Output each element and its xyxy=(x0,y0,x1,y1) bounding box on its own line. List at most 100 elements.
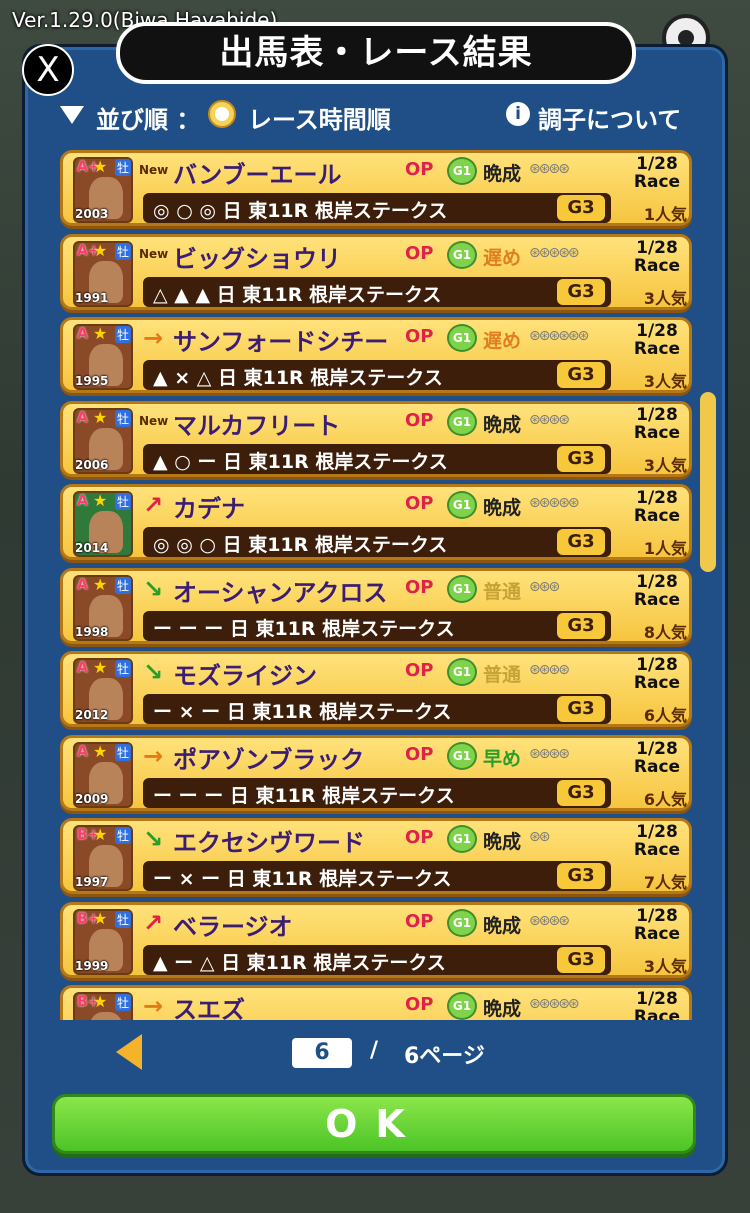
horse-list[interactable]: A+ ★ 牡 2003 New バンブーエール OP G1 晩成 ⊛⊛⊛⊛ 1/… xyxy=(56,148,696,1020)
sort-triangle-icon[interactable] xyxy=(60,106,84,124)
star-icon: ★ xyxy=(93,825,108,844)
race-count: 1/28 Race xyxy=(629,322,685,358)
horse-name: モズライジン xyxy=(173,662,317,690)
g1-laurel-icon: G1 xyxy=(447,407,477,436)
race-count-label: Race xyxy=(633,339,681,359)
race-count-label: Race xyxy=(633,255,681,276)
prediction-marks: ▲ ー △ 日 東11R 根岸ステークス xyxy=(153,951,446,974)
star-icon: ★ xyxy=(93,574,108,594)
grade-badge: G3 xyxy=(557,445,605,472)
prediction-marks: ー × ー 日 東11R 根岸ステークス xyxy=(153,701,452,723)
scrollbar[interactable] xyxy=(700,392,716,572)
horse-row[interactable]: B+ ★ 牡 1997 ↘ エクセシヴワード OP G1 晩成 ⊛⊛ 1/28 … xyxy=(60,818,692,894)
race-count-label: Race xyxy=(633,172,681,192)
rank-label: A xyxy=(77,743,88,760)
trend-arrow-icon: ↗ xyxy=(143,491,164,519)
growth-type: 遅め xyxy=(483,330,522,352)
race-count: 1/28 Race xyxy=(629,740,685,776)
race-count-value: 1/28 xyxy=(636,905,678,926)
growth-type: 晩成 xyxy=(483,914,522,937)
horse-portrait: B+ ★ 牡 1997 xyxy=(73,825,133,891)
popularity-label: 3人気 xyxy=(643,455,687,475)
pager: 6 / 6ページ xyxy=(0,1030,750,1080)
race-count-value: 1/28 xyxy=(636,989,678,1009)
new-badge: New xyxy=(139,413,169,428)
race-count: 1/28 Race xyxy=(629,656,685,692)
horse-row[interactable]: A ★ 牡 2014 ↗ カデナ OP G1 晩成 ⊛⊛⊛⊛⊛ 1/28 Rac… xyxy=(60,484,692,560)
horse-name: サンフォードシチー xyxy=(173,328,389,356)
clock-icon[interactable] xyxy=(208,100,236,128)
horseshoe-rating-icon: ⊛⊛⊛⊛⊛ xyxy=(529,495,580,511)
growth-type: 晩成 xyxy=(483,413,522,436)
rank-label: A xyxy=(77,409,88,426)
race-count-label: Race xyxy=(633,506,681,526)
horse-name: バンブーエール xyxy=(173,161,342,189)
g1-laurel-icon: G1 xyxy=(447,908,477,937)
star-icon: ★ xyxy=(93,157,108,176)
trend-arrow-icon: ↘ xyxy=(143,658,164,686)
popularity-label: 3人気 xyxy=(643,288,687,308)
horse-row[interactable]: B+ ★ 牡 → スエズ OP G1 晩成 ⊛⊛⊛⊛⊛ 1/28 Race G3 xyxy=(60,985,692,1020)
race-count-label: Race xyxy=(633,673,681,693)
birth-year: 2014 xyxy=(75,541,109,555)
prediction-marks: ◎ ○ ◎ 日 東11R 根岸ステークス xyxy=(153,200,448,222)
grade-badge: G3 xyxy=(557,529,605,555)
growth-type: 普通 xyxy=(483,664,522,686)
horse-portrait: A ★ 牡 1995 xyxy=(73,324,133,390)
race-count-value: 1/28 xyxy=(636,655,678,675)
trend-arrow-icon: → xyxy=(143,324,164,352)
info-icon[interactable]: i xyxy=(506,102,530,126)
horseshoe-rating-icon: ⊛⊛⊛⊛⊛ xyxy=(529,996,580,1012)
prev-page-arrow-icon[interactable] xyxy=(116,1034,142,1070)
grade-badge: G3 xyxy=(557,946,605,973)
star-icon: ★ xyxy=(93,240,108,260)
new-badge: New xyxy=(139,246,169,261)
popularity-label: 1人気 xyxy=(643,539,687,558)
race-count: 1/28 Race xyxy=(629,406,685,442)
prediction-marks: △ ▲ ▲ 日 東11R 根岸ステークス xyxy=(153,283,442,306)
horse-row[interactable]: A ★ 牡 2012 ↘ モズライジン OP G1 普通 ⊛⊛⊛⊛ 1/28 R… xyxy=(60,651,692,727)
popularity-label: 6人気 xyxy=(643,789,687,809)
horse-row[interactable]: A ★ 牡 1998 ↘ オーシャンアクロス OP G1 普通 ⊛⊛⊛ 1/28… xyxy=(60,567,692,644)
race-info-bar: ▲ ー △ 日 東11R 根岸ステークス G3 xyxy=(143,944,611,975)
horse-row[interactable]: B+ ★ 牡 1999 ↗ ベラージオ OP G1 晩成 ⊛⊛⊛⊛ 1/28 R… xyxy=(60,901,692,978)
horseshoe-rating-icon: ⊛⊛ xyxy=(529,829,551,845)
growth-type: 遅め xyxy=(483,246,522,269)
horseshoe-rating-icon: ⊛⊛⊛⊛ xyxy=(529,161,570,177)
sex-icon: 牡 xyxy=(115,660,132,677)
sort-value[interactable]: レース時間順 xyxy=(248,100,391,135)
horse-row[interactable]: A ★ 牡 2006 New マルカフリート OP G1 晩成 ⊛⊛⊛⊛ 1/2… xyxy=(60,400,692,477)
horse-name: オーシャンアクロス xyxy=(173,578,388,607)
horse-row[interactable]: A+ ★ 牡 2003 New バンブーエール OP G1 晩成 ⊛⊛⊛⊛ 1/… xyxy=(60,150,692,226)
race-count: 1/28 Race xyxy=(629,573,685,609)
growth-type: 晩成 xyxy=(483,497,522,519)
class-tag: OP xyxy=(405,159,434,180)
ok-button[interactable]: OK xyxy=(52,1094,696,1154)
race-count-label: Race xyxy=(633,1007,681,1020)
trend-arrow-icon: ↗ xyxy=(143,908,164,937)
race-count-value: 1/28 xyxy=(636,404,678,425)
race-count-label: Race xyxy=(633,589,681,610)
race-info-bar: △ ▲ ▲ 日 東11R 根岸ステークス G3 xyxy=(143,276,611,307)
condition-info-link[interactable]: 調子について xyxy=(538,100,681,135)
rank-label: A xyxy=(77,493,88,509)
popularity-label: 3人気 xyxy=(643,956,687,976)
popularity-label: 1人気 xyxy=(643,205,687,224)
g1-laurel-icon: G1 xyxy=(447,157,477,185)
race-count-value: 1/28 xyxy=(636,321,678,341)
rank-label: A xyxy=(77,326,88,342)
g1-laurel-icon: G1 xyxy=(447,825,477,853)
class-tag: OP xyxy=(405,326,434,347)
horse-row[interactable]: A ★ 牡 1995 → サンフォードシチー OP G1 遅め ⊛⊛⊛⊛⊛⊛ 1… xyxy=(60,317,692,393)
x-share-button[interactable]: X xyxy=(22,44,74,96)
horse-row[interactable]: A ★ 牡 2009 → ポアゾンブラック OP G1 早め ⊛⊛⊛⊛ 1/28… xyxy=(60,734,692,811)
star-icon: ★ xyxy=(93,324,108,343)
prediction-marks: ▲ × △ 日 東11R 根岸ステークス xyxy=(153,367,443,389)
sort-label[interactable]: 並び順 ： xyxy=(96,100,200,135)
popularity-label: 8人気 xyxy=(643,622,687,642)
race-count-label: Race xyxy=(633,923,681,944)
popularity-label: 6人気 xyxy=(643,706,687,725)
horse-row[interactable]: A+ ★ 牡 1991 New ビッグショウリ OP G1 遅め ⊛⊛⊛⊛⊛ 1… xyxy=(60,233,692,310)
horse-portrait: A ★ 牡 2009 xyxy=(73,741,133,808)
grade-badge: G3 xyxy=(557,195,605,221)
